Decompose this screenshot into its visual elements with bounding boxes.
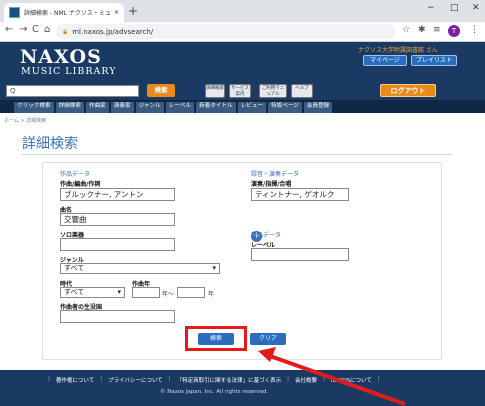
annotation-arrow-icon [258, 347, 406, 406]
